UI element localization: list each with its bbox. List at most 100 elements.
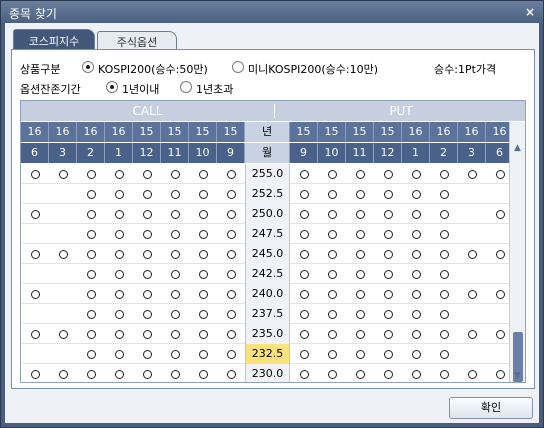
put-option-cell[interactable] [430, 364, 458, 382]
put-option-cell[interactable] [346, 324, 374, 344]
call-option-cell[interactable] [105, 304, 133, 324]
available-circle-icon[interactable] [226, 309, 236, 319]
call-option-cell[interactable] [217, 264, 245, 284]
call-option-cell[interactable] [133, 364, 161, 382]
available-circle-icon[interactable] [355, 209, 365, 219]
call-option-cell[interactable] [217, 204, 245, 224]
available-circle-icon[interactable] [383, 289, 393, 299]
available-circle-icon[interactable] [383, 269, 393, 279]
available-circle-icon[interactable] [355, 269, 365, 279]
put-option-cell[interactable] [346, 224, 374, 244]
available-circle-icon[interactable] [30, 209, 40, 219]
available-circle-icon[interactable] [142, 209, 152, 219]
available-circle-icon[interactable] [142, 369, 152, 379]
put-option-cell[interactable] [318, 184, 346, 204]
put-option-cell[interactable] [318, 224, 346, 244]
call-option-cell[interactable] [105, 164, 133, 184]
call-option-cell[interactable] [105, 284, 133, 304]
available-circle-icon[interactable] [411, 189, 421, 199]
call-option-cell[interactable] [161, 304, 189, 324]
call-option-cell[interactable] [133, 204, 161, 224]
call-option-cell[interactable] [189, 324, 217, 344]
available-circle-icon[interactable] [327, 369, 337, 379]
available-circle-icon[interactable] [30, 289, 40, 299]
available-circle-icon[interactable] [327, 229, 337, 239]
vertical-scrollbar[interactable]: ▲ ▼ [509, 122, 525, 382]
put-option-cell[interactable] [318, 204, 346, 224]
over-1y-radio[interactable] [180, 81, 192, 93]
available-circle-icon[interactable] [226, 169, 236, 179]
call-option-cell[interactable] [77, 244, 105, 264]
put-option-cell[interactable] [458, 164, 486, 184]
put-option-cell[interactable] [290, 364, 318, 382]
put-option-cell[interactable] [458, 324, 486, 344]
available-circle-icon[interactable] [411, 169, 421, 179]
call-option-cell[interactable] [21, 364, 49, 382]
call-option-cell[interactable] [133, 344, 161, 364]
available-circle-icon[interactable] [411, 269, 421, 279]
put-option-cell[interactable] [430, 264, 458, 284]
close-icon[interactable]: × [523, 5, 537, 19]
available-circle-icon[interactable] [58, 329, 68, 339]
available-circle-icon[interactable] [198, 269, 208, 279]
available-circle-icon[interactable] [198, 309, 208, 319]
available-circle-icon[interactable] [114, 269, 124, 279]
available-circle-icon[interactable] [226, 209, 236, 219]
available-circle-icon[interactable] [327, 249, 337, 259]
call-option-cell[interactable] [217, 184, 245, 204]
available-circle-icon[interactable] [142, 309, 152, 319]
call-option-cell[interactable] [161, 164, 189, 184]
available-circle-icon[interactable] [30, 249, 40, 259]
put-option-cell[interactable] [374, 344, 402, 364]
put-option-cell[interactable] [458, 364, 486, 382]
available-circle-icon[interactable] [411, 229, 421, 239]
available-circle-icon[interactable] [142, 249, 152, 259]
available-circle-icon[interactable] [411, 289, 421, 299]
call-option-cell[interactable] [161, 324, 189, 344]
available-circle-icon[interactable] [226, 329, 236, 339]
call-option-cell[interactable] [105, 264, 133, 284]
put-option-cell[interactable] [290, 224, 318, 244]
put-option-cell[interactable] [290, 204, 318, 224]
call-option-cell[interactable] [161, 244, 189, 264]
available-circle-icon[interactable] [299, 269, 309, 279]
available-circle-icon[interactable] [327, 309, 337, 319]
call-option-cell[interactable] [77, 304, 105, 324]
available-circle-icon[interactable] [86, 269, 96, 279]
put-option-cell[interactable] [346, 364, 374, 382]
call-option-cell[interactable] [105, 184, 133, 204]
call-option-cell[interactable] [133, 284, 161, 304]
call-option-cell[interactable] [77, 364, 105, 382]
available-circle-icon[interactable] [383, 209, 393, 219]
put-option-cell[interactable] [430, 164, 458, 184]
available-circle-icon[interactable] [411, 329, 421, 339]
available-circle-icon[interactable] [170, 289, 180, 299]
put-option-cell[interactable] [374, 184, 402, 204]
available-circle-icon[interactable] [142, 169, 152, 179]
put-option-cell[interactable] [402, 264, 430, 284]
available-circle-icon[interactable] [383, 189, 393, 199]
put-option-cell[interactable] [290, 244, 318, 264]
available-circle-icon[interactable] [142, 289, 152, 299]
available-circle-icon[interactable] [355, 369, 365, 379]
put-option-cell[interactable] [290, 284, 318, 304]
call-option-cell[interactable] [189, 184, 217, 204]
call-option-cell[interactable] [133, 164, 161, 184]
call-option-cell[interactable] [161, 344, 189, 364]
available-circle-icon[interactable] [299, 309, 309, 319]
available-circle-icon[interactable] [383, 169, 393, 179]
available-circle-icon[interactable] [299, 249, 309, 259]
available-circle-icon[interactable] [86, 309, 96, 319]
call-option-cell[interactable] [217, 344, 245, 364]
available-circle-icon[interactable] [170, 269, 180, 279]
available-circle-icon[interactable] [114, 229, 124, 239]
available-circle-icon[interactable] [226, 189, 236, 199]
available-circle-icon[interactable] [198, 349, 208, 359]
ok-button[interactable]: 확인 [449, 397, 533, 419]
available-circle-icon[interactable] [226, 289, 236, 299]
call-option-cell[interactable] [161, 284, 189, 304]
available-circle-icon[interactable] [86, 169, 96, 179]
call-option-cell[interactable] [105, 344, 133, 364]
within-1y-label[interactable]: 1년이내 [122, 81, 159, 97]
available-circle-icon[interactable] [198, 189, 208, 199]
